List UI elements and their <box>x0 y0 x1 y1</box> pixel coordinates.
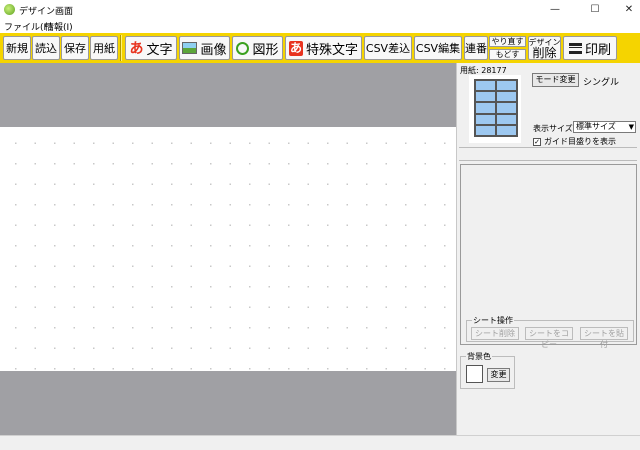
display-size-label: 表示サイズ <box>533 124 573 133</box>
print-icon <box>568 42 582 54</box>
thumbnail-cell <box>475 91 496 103</box>
dropdown-arrow-icon: ▼ <box>628 123 634 131</box>
toolbar: 新規 読込 保存 用紙 あ 文字 画像 図形 あ 特殊文字 CSV差込 CSV編… <box>0 33 640 63</box>
guide-checkbox-label: ガイド目盛りを表示 <box>544 137 616 146</box>
minimize-button[interactable]: — <box>538 0 572 19</box>
save-button[interactable]: 保存 <box>61 36 89 60</box>
text-button[interactable]: あ 文字 <box>125 36 177 60</box>
special-text-label: 特殊文字 <box>306 42 359 58</box>
thumbnail-cell <box>496 102 517 114</box>
print-button[interactable]: 印刷 <box>563 36 617 60</box>
menu-info[interactable]: 情報(I) <box>45 20 73 33</box>
text-button-label: 文字 <box>146 42 173 58</box>
thumbnail-cell <box>496 113 517 125</box>
paper-button[interactable]: 用紙 <box>90 36 118 60</box>
open-button[interactable]: 読込 <box>32 36 60 60</box>
checkbox-check-icon: ✓ <box>533 137 541 146</box>
thumbnail-cell <box>475 113 496 125</box>
right-panel: 用紙: 28177 モード変更 シングル 表示サイズ 標準サイズ ▼ ✓ ガイド… <box>456 63 640 435</box>
background-color-group: 背景色 変更 <box>460 351 515 389</box>
special-text-icon: あ <box>288 40 303 56</box>
thumbnail-cell <box>475 124 496 136</box>
shape-button-label: 図形 <box>252 42 279 58</box>
toolbar-separator <box>120 35 122 61</box>
print-button-label: 印刷 <box>584 42 611 58</box>
circle-icon <box>236 41 250 55</box>
window-title: デザイン画面 <box>19 7 74 17</box>
delete-design-label-bottom: 削除 <box>532 45 557 60</box>
maximize-button[interactable]: ☐ <box>578 0 612 19</box>
image-icon <box>182 42 198 54</box>
design-canvas-area[interactable] <box>0 63 456 435</box>
thumbnail-cell <box>496 80 517 92</box>
sheet-operations-legend: シート操作 <box>472 315 514 326</box>
sheet-copy-button[interactable]: シートをコピー <box>525 327 573 349</box>
display-size-value: 標準サイズ <box>576 122 616 131</box>
background-color-swatch <box>466 365 483 383</box>
paper-thumbnail[interactable] <box>469 75 521 143</box>
title-bar: デザイン画面 — ☐ ✕ <box>0 0 640 19</box>
special-text-button[interactable]: あ 特殊文字 <box>285 36 362 60</box>
mode-value: シングル <box>583 78 620 88</box>
image-button[interactable]: 画像 <box>179 36 230 60</box>
design-sheet[interactable] <box>0 127 456 371</box>
undo-button[interactable]: もどす <box>489 49 526 60</box>
image-button-label: 画像 <box>200 42 227 58</box>
thumbnail-cell <box>496 91 517 103</box>
shape-button[interactable]: 図形 <box>232 36 283 60</box>
display-size-select[interactable]: 標準サイズ ▼ <box>573 121 636 133</box>
thumbnail-cell <box>496 124 517 136</box>
background-color-legend: 背景色 <box>466 351 492 362</box>
close-button[interactable]: ✕ <box>612 0 640 19</box>
app-icon <box>4 4 15 15</box>
csv-edit-button[interactable]: CSV編集 <box>414 36 462 60</box>
delete-design-button[interactable]: デザイン 削除 <box>528 36 561 60</box>
menu-bar: ファイル(F) 情報(I) <box>0 19 640 33</box>
text-a-icon: あ <box>129 41 144 57</box>
thumbnail-cell <box>475 80 496 92</box>
background-change-button[interactable]: 変更 <box>487 368 510 382</box>
panel-divider <box>459 147 637 161</box>
thumbnail-grid <box>474 79 518 137</box>
mode-change-button[interactable]: モード変更 <box>532 73 579 87</box>
redo-button[interactable]: やり直す <box>489 36 526 47</box>
guide-checkbox[interactable]: ✓ ガイド目盛りを表示 <box>533 136 616 147</box>
thumbnail-cell <box>475 102 496 114</box>
sheet-paste-button[interactable]: シートを貼付 <box>580 327 628 349</box>
status-bar <box>0 435 640 450</box>
sheet-operations-group: シート操作 シート削除 シートをコピー シートを貼付 <box>466 315 634 349</box>
new-button[interactable]: 新規 <box>3 36 31 60</box>
serial-number-button[interactable]: 連番 <box>464 36 488 60</box>
sheet-delete-button[interactable]: シート削除 <box>471 327 519 340</box>
csv-merge-button[interactable]: CSV差込 <box>364 36 412 60</box>
